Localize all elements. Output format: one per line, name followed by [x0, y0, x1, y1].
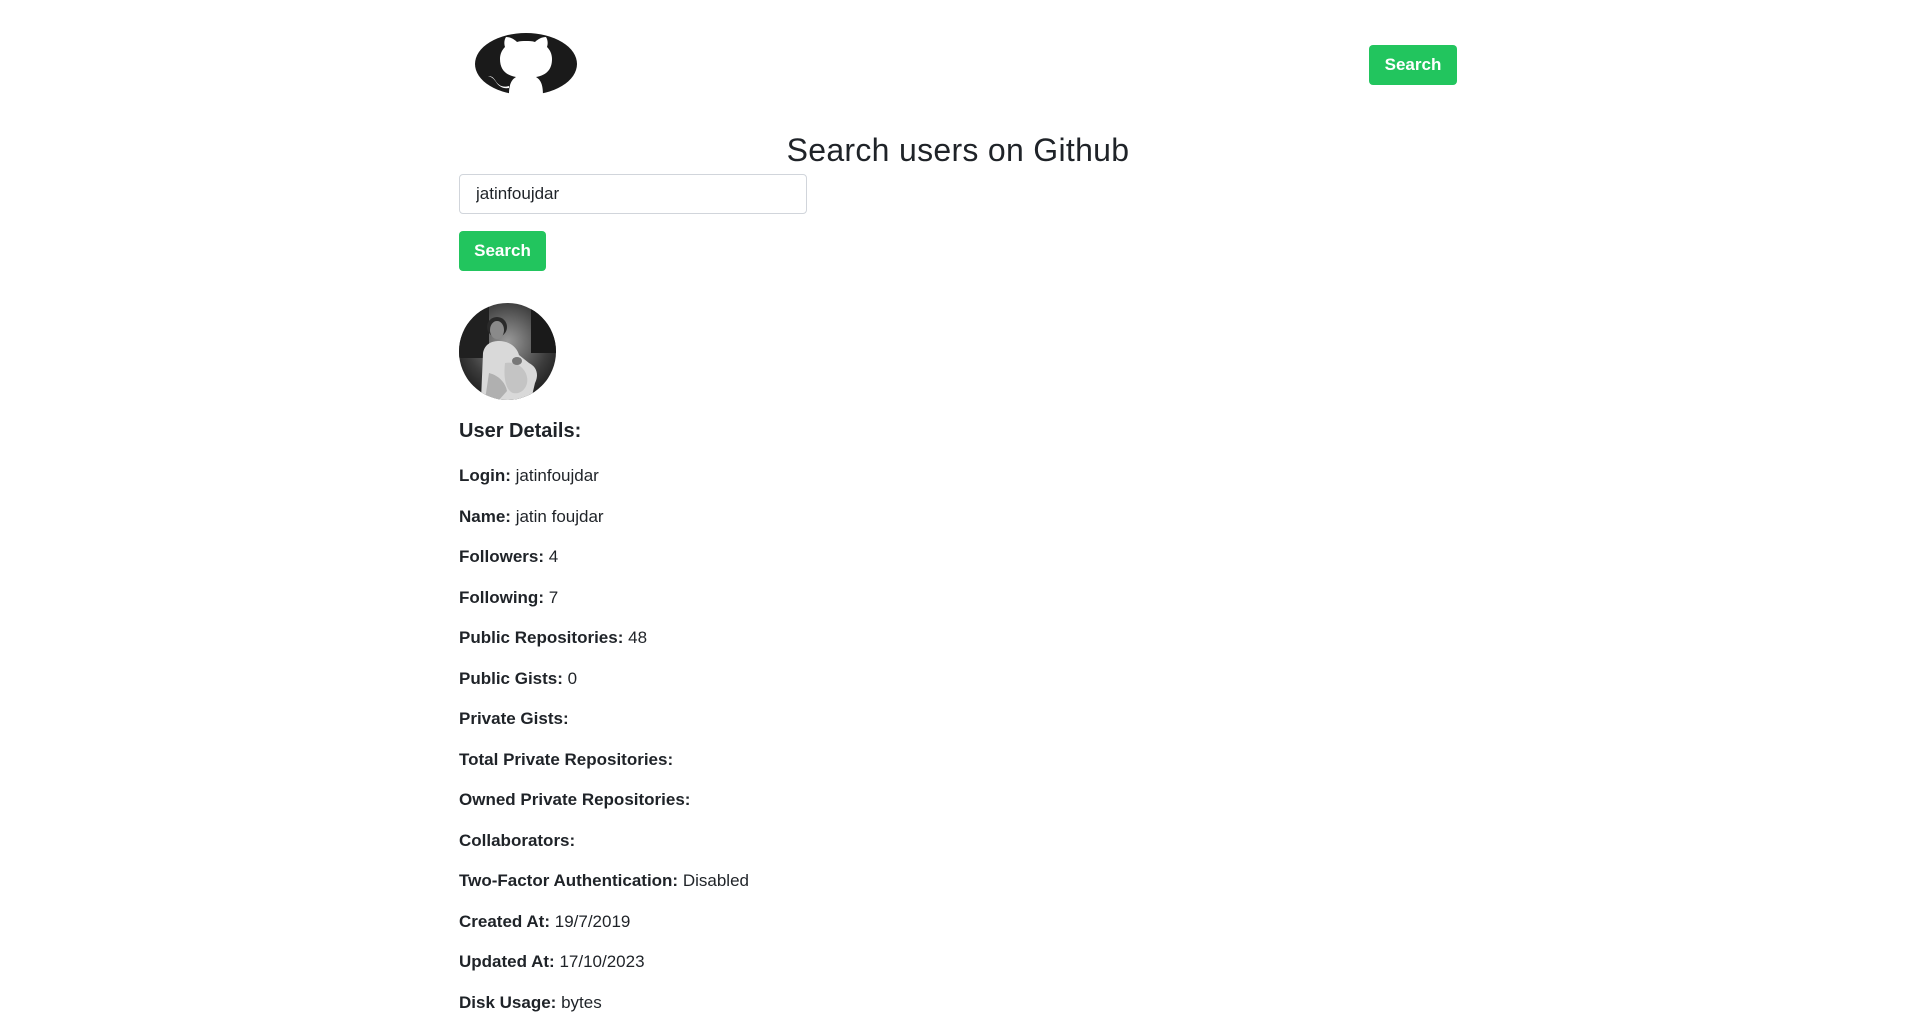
detail-label: Created At: — [459, 912, 550, 931]
page-container: Search Search users on Github Search Us — [459, 0, 1457, 1003]
page-title: Search users on Github — [459, 132, 1457, 169]
detail-value: 4 — [549, 547, 558, 566]
detail-value: Disabled — [683, 871, 749, 890]
detail-label: Collaborators: — [459, 831, 575, 850]
detail-followers: Followers: 4 — [459, 543, 749, 584]
search-button[interactable]: Search — [459, 231, 546, 271]
detail-public-gists: Public Gists: 0 — [459, 665, 749, 706]
github-logo-icon[interactable] — [475, 33, 577, 95]
detail-label: Followers: — [459, 547, 544, 566]
detail-label: Login: — [459, 466, 511, 485]
detail-label: Name: — [459, 507, 511, 526]
detail-value: jatin foujdar — [516, 507, 604, 526]
detail-created-at: Created At: 19/7/2019 — [459, 908, 749, 949]
detail-value: 48 — [628, 628, 647, 647]
detail-value: 0 — [568, 669, 577, 688]
detail-label: Two-Factor Authentication: — [459, 871, 678, 890]
detail-collaborators: Collaborators: — [459, 827, 749, 868]
detail-label: Following: — [459, 588, 544, 607]
detail-label: Private Gists: — [459, 709, 569, 728]
detail-login: Login: jatinfoujdar — [459, 462, 749, 503]
detail-label: Public Repositories: — [459, 628, 623, 647]
username-search-input[interactable] — [459, 174, 807, 214]
detail-value: 7 — [549, 588, 558, 607]
detail-label: Public Gists: — [459, 669, 563, 688]
detail-label: Updated At: — [459, 952, 555, 971]
detail-updated-at: Updated At: 17/10/2023 — [459, 948, 749, 989]
header: Search — [459, 0, 1457, 130]
detail-label: Total Private Repositories: — [459, 750, 673, 769]
user-photo-image — [459, 303, 556, 400]
detail-following: Following: 7 — [459, 584, 749, 625]
detail-value: 17/10/2023 — [559, 952, 644, 971]
detail-label: Owned Private Repositories: — [459, 790, 690, 809]
detail-private-gists: Private Gists: — [459, 705, 749, 746]
user-details-heading: User Details: — [459, 420, 581, 443]
detail-two-factor-auth: Two-Factor Authentication: Disabled — [459, 867, 749, 908]
detail-public-repos: Public Repositories: 48 — [459, 624, 749, 665]
detail-disk-usage: Disk Usage: bytes — [459, 989, 749, 1029]
header-search-button[interactable]: Search — [1369, 45, 1457, 85]
detail-value: bytes — [561, 993, 602, 1012]
detail-label: Disk Usage: — [459, 993, 556, 1012]
user-details-list: Login: jatinfoujdar Name: jatin foujdar … — [459, 462, 749, 1029]
detail-total-private-repos: Total Private Repositories: — [459, 746, 749, 787]
detail-value: 19/7/2019 — [555, 912, 631, 931]
detail-value: jatinfoujdar — [516, 466, 599, 485]
avatar — [459, 303, 556, 400]
detail-name: Name: jatin foujdar — [459, 503, 749, 544]
detail-owned-private-repos: Owned Private Repositories: — [459, 786, 749, 827]
